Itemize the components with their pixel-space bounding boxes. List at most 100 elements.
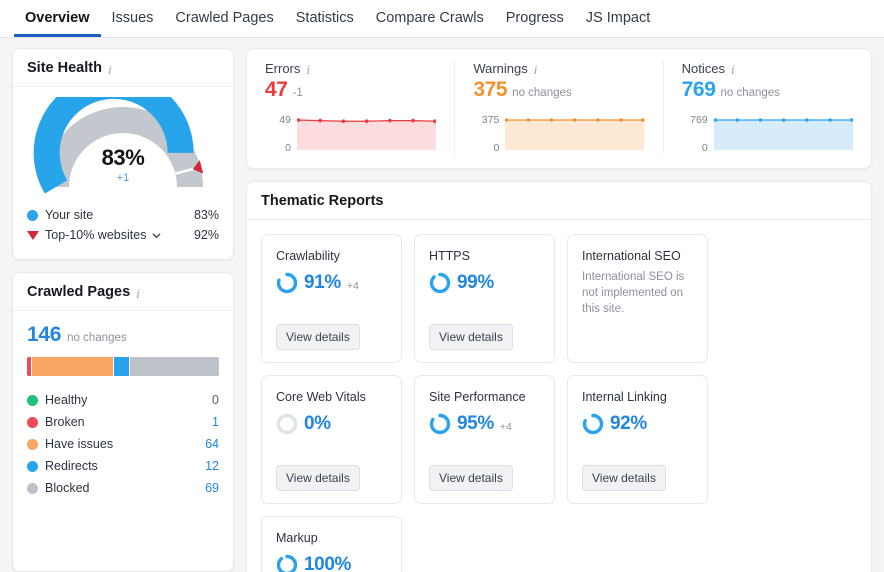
sparkline-plot bbox=[713, 114, 853, 154]
sparkline-axis: 769 0 bbox=[682, 114, 714, 154]
crawled-breakdown-label: Broken bbox=[45, 415, 85, 429]
score-ring-icon bbox=[276, 272, 298, 294]
view-details-button[interactable]: View details bbox=[276, 465, 360, 491]
crawled-breakdown-value[interactable]: 69 bbox=[193, 481, 219, 495]
health-legend-value: 92% bbox=[193, 228, 219, 242]
sparkline-axis-max: 49 bbox=[279, 114, 291, 126]
tab-crawled-pages[interactable]: Crawled Pages bbox=[164, 10, 284, 38]
main-tabbar: Overview Issues Crawled Pages Statistics Com… bbox=[0, 0, 884, 38]
left-column: Site Health i 83% +1 Your site 83% Top-1… bbox=[12, 48, 234, 572]
crawled-pages-body: 146 no changes Healthy 0 Broken 1 Have issue… bbox=[13, 311, 233, 513]
stat-value[interactable]: 47 bbox=[265, 78, 288, 102]
crawled-breakdown-value[interactable]: 64 bbox=[193, 437, 219, 451]
tab-progress[interactable]: Progress bbox=[495, 10, 575, 38]
crawled-breakdown-row: Blocked 69 bbox=[27, 477, 219, 499]
view-details-button[interactable]: View details bbox=[429, 465, 513, 491]
stat-value-row: 769 no changes bbox=[682, 78, 853, 102]
thematic-reports-body: Crawlability 91% +4 View details HTTPS 99% Vie… bbox=[247, 220, 871, 572]
page-body: Site Health i 83% +1 Your site 83% Top-1… bbox=[0, 38, 884, 572]
stat-sparkline: 49 0 bbox=[265, 114, 437, 154]
thematic-card-score: 95% bbox=[457, 413, 494, 434]
crawled-pages-breakdown: Healthy 0 Broken 1 Have issues 64 Redirects 12 B… bbox=[27, 389, 219, 499]
tab-overview[interactable]: Overview bbox=[14, 10, 101, 37]
crawled-total-value: 146 bbox=[27, 323, 62, 346]
tab-statistics[interactable]: Statistics bbox=[285, 10, 365, 38]
info-icon[interactable]: i bbox=[534, 63, 538, 76]
stat-value[interactable]: 375 bbox=[473, 78, 507, 102]
site-health-body: 83% +1 Your site 83% Top-10% websites 92% bbox=[13, 87, 233, 259]
view-details-button[interactable]: View details bbox=[429, 324, 513, 350]
crawled-breakdown-label: Healthy bbox=[45, 393, 88, 407]
tab-js-impact[interactable]: JS Impact bbox=[575, 10, 661, 38]
crawled-total-change: no changes bbox=[67, 332, 127, 344]
thematic-card-international-seo: International SEO International SEO is no… bbox=[567, 234, 708, 363]
thematic-card-title: International SEO bbox=[582, 249, 681, 263]
info-icon[interactable]: i bbox=[306, 63, 310, 76]
sparkline-axis-min: 0 bbox=[493, 142, 500, 154]
benchmark-triangle-icon bbox=[27, 230, 39, 240]
tab-compare-crawls[interactable]: Compare Crawls bbox=[365, 10, 495, 38]
thematic-card-metric: 99% bbox=[429, 272, 542, 294]
health-legend-label: Top-10% websites bbox=[45, 228, 147, 242]
sparkline-axis: 375 0 bbox=[473, 114, 505, 154]
crawled-breakdown-value[interactable]: 12 bbox=[193, 459, 219, 473]
stacked-bar-segment[interactable] bbox=[129, 357, 219, 376]
stat-sparkline: 375 0 bbox=[473, 114, 645, 154]
stacked-bar-segment[interactable] bbox=[114, 357, 130, 376]
view-details-button[interactable]: View details bbox=[582, 465, 666, 491]
sparkline-axis: 49 0 bbox=[265, 114, 297, 154]
stat-delta: no changes bbox=[512, 87, 572, 99]
score-ring-icon bbox=[429, 272, 451, 294]
site-health-header: Site Health i bbox=[13, 49, 233, 87]
thematic-card-markup: Markup100%View details bbox=[261, 516, 402, 572]
stat-value-row: 375 no changes bbox=[473, 78, 644, 102]
crawled-breakdown-row: Broken 1 bbox=[27, 411, 219, 433]
tab-issues[interactable]: Issues bbox=[101, 10, 165, 38]
chevron-down-icon[interactable] bbox=[151, 230, 162, 241]
stacked-bar-segment[interactable] bbox=[31, 357, 115, 376]
legend-dot-icon bbox=[27, 209, 38, 221]
stat-notices: Notices i 769 no changes 769 0 bbox=[664, 61, 871, 154]
thematic-card-https: HTTPS 99% View details bbox=[414, 234, 555, 363]
thematic-reports-header: Thematic Reports bbox=[247, 182, 871, 220]
crawled-breakdown-row: Have issues 64 bbox=[27, 433, 219, 455]
stat-label: Errors bbox=[265, 61, 301, 76]
issue-stats-card: Errors i 47 -1 49 0 Warnings i 375 no changes 375 0… bbox=[246, 48, 872, 169]
legend-dot-icon bbox=[27, 416, 38, 428]
stat-value[interactable]: 769 bbox=[682, 78, 716, 102]
thematic-card-crawlability: Crawlability 91% +4 View details bbox=[261, 234, 402, 363]
thematic-card-title: Core Web Vitals bbox=[276, 390, 366, 404]
stat-label: Warnings bbox=[473, 61, 528, 76]
crawled-breakdown-value[interactable]: 1 bbox=[193, 415, 219, 429]
stat-delta: -1 bbox=[292, 87, 303, 99]
stat-header: Notices i bbox=[682, 61, 853, 76]
legend-dot-icon bbox=[27, 438, 38, 450]
thematic-card-title: Internal Linking bbox=[582, 390, 667, 404]
stat-header: Warnings i bbox=[473, 61, 644, 76]
thematic-card-core-web-vitals: Core Web Vitals 0% View details bbox=[261, 375, 402, 504]
thematic-card-site-performance: Site Performance 95% +4 View details bbox=[414, 375, 555, 504]
right-column: Errors i 47 -1 49 0 Warnings i 375 no changes 375 0… bbox=[246, 48, 872, 572]
thematic-reports-card: Thematic Reports Crawlability 91% +4 View d… bbox=[246, 181, 872, 572]
stat-header: Errors i bbox=[265, 61, 436, 76]
view-details-button[interactable]: View details bbox=[276, 324, 360, 350]
thematic-card-metric: 92% bbox=[582, 413, 695, 435]
legend-dot-icon bbox=[27, 482, 38, 494]
thematic-reports-title: Thematic Reports bbox=[261, 193, 384, 209]
stat-value-row: 47 -1 bbox=[265, 78, 436, 102]
sparkline-plot bbox=[297, 114, 437, 154]
score-ring-icon bbox=[276, 413, 298, 435]
info-icon[interactable]: i bbox=[136, 287, 140, 300]
info-icon[interactable]: i bbox=[731, 63, 735, 76]
thematic-card-internal-linking: Internal Linking 92% View details bbox=[567, 375, 708, 504]
score-ring-icon bbox=[582, 413, 604, 435]
health-legend-row[interactable]: Top-10% websites 92% bbox=[27, 225, 219, 245]
info-icon[interactable]: i bbox=[108, 63, 112, 76]
issue-stats-row: Errors i 47 -1 49 0 Warnings i 375 no changes 375 0… bbox=[247, 49, 871, 168]
thematic-card-title: Crawlability bbox=[276, 249, 340, 263]
